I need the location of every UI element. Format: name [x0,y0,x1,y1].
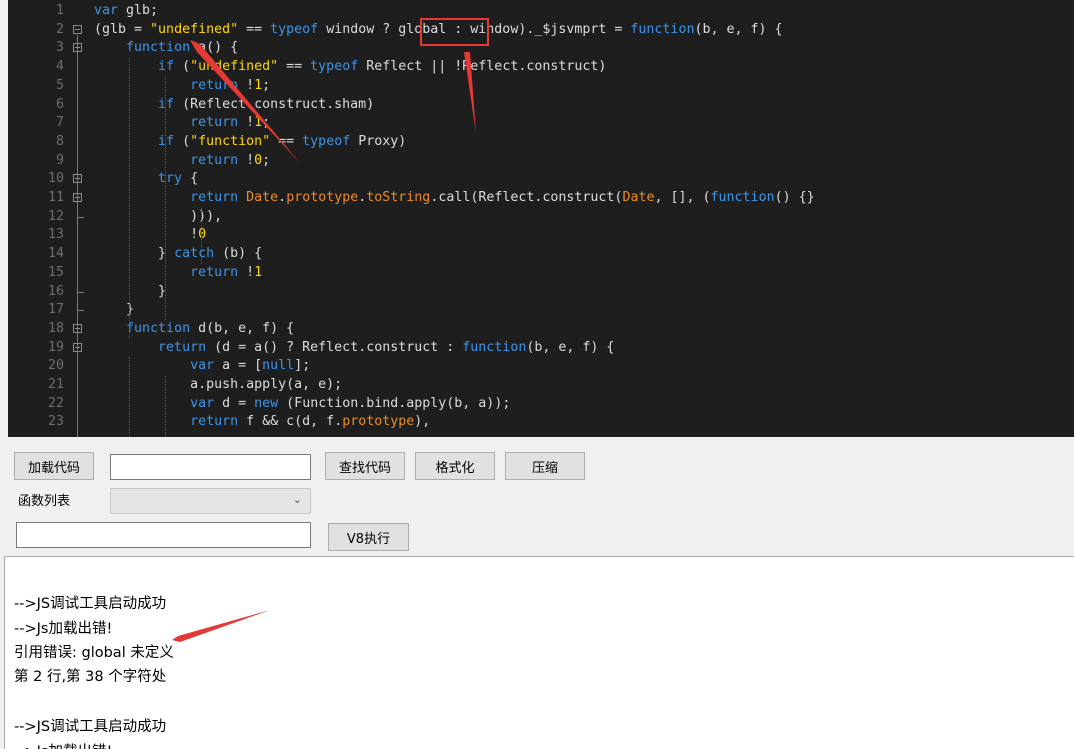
fold-toggle-icon[interactable] [73,24,82,34]
code-text: try { [158,171,199,187]
line-number: 15 [47,264,64,280]
code-line[interactable]: 20 var a = [null]; [8,357,1074,376]
code-text: var d = new (Function.bind.apply(b, a)); [190,395,511,411]
code-line[interactable]: 10 try { [8,170,1074,189]
code-editor[interactable]: 1 var glb; 2 (glb = "undefined" == typeof w… [8,0,1074,437]
code-line[interactable]: 12 ))), [8,208,1074,227]
line-number: 18 [47,320,64,336]
code-text: !0 [94,227,207,243]
line-number: 17 [47,302,64,318]
compress-button[interactable]: 压缩 [505,452,585,480]
code-line[interactable]: 22 var d = new (Function.bind.apply(b, a… [8,395,1074,414]
line-number: 22 [47,395,64,411]
code-line[interactable]: 16 } [8,283,1074,302]
code-line[interactable]: 18 function d(b, e, f) { [8,320,1074,339]
code-text: if ("function" == typeof Proxy) [158,133,407,149]
code-text: if (Reflect.construct.sham) [158,96,375,112]
line-number: 1 [55,3,64,18]
fold-end-marker [77,216,84,218]
fold-line [77,34,78,437]
line-number: 2 [55,21,64,37]
indent-guide [201,207,202,264]
indent-guide [129,58,130,339]
code-line[interactable]: 21 a.push.apply(a, e); [8,376,1074,395]
line-number: 5 [55,77,64,93]
code-text: return !1; [190,77,271,93]
code-line[interactable]: 1 var glb; [8,2,1074,21]
code-line[interactable]: 5 return !1; [8,77,1074,96]
code-text: a.push.apply(a, e); [94,377,343,392]
chevron-down-icon: ⌄ [292,493,302,506]
console-line: -->Js加载出错! [14,621,113,637]
console-line: -->JS调试工具启动成功 [14,596,167,612]
code-line[interactable]: 4 if ("undefined" == typeof Reflect || !… [8,58,1074,77]
output-console[interactable]: -->JS调试工具启动成功 -->Js加载出错! 引用错误: global 未定义第… [4,556,1074,749]
indent-guide [165,76,166,320]
code-text: return (d = a() ? Reflect.construct : fu… [158,339,615,355]
code-text: function a() { [126,40,239,56]
line-number: 12 [47,208,64,224]
line-number: 4 [55,59,64,75]
find-code-button[interactable]: 查找代码 [325,452,405,480]
line-number: 13 [47,227,64,243]
line-number: 10 [47,171,64,187]
code-text: return !0; [190,152,271,168]
fold-end-marker [77,310,84,312]
code-text: } catch (b) { [94,246,263,262]
code-line[interactable]: 19 return (d = a() ? Reflect.construct :… [8,339,1074,358]
code-line[interactable]: 8 if ("function" == typeof Proxy) [8,133,1074,152]
line-number: 11 [47,190,64,205]
v8-input[interactable] [16,522,311,548]
function-list-select[interactable]: ⌄ [110,488,311,514]
line-number: 9 [55,152,64,168]
code-line[interactable]: 6 if (Reflect.construct.sham) [8,96,1074,115]
load-code-button[interactable]: 加载代码 [14,452,94,480]
line-number: 3 [55,40,64,56]
format-button[interactable]: 格式化 [415,452,495,480]
annotation-highlight-box [420,18,489,46]
code-text: ))), [94,208,223,224]
line-number: 14 [47,246,64,262]
v8-exec-button[interactable]: V8执行 [328,523,409,551]
code-line[interactable]: 15 return !1 [8,264,1074,283]
indent-guide [165,376,166,437]
code-line[interactable]: 7 return !1; [8,114,1074,133]
code-text: return f && c(d, f.prototype), [190,414,431,430]
code-line[interactable]: 23 return f && c(d, f.prototype), [8,413,1074,432]
fold-end-marker [77,291,84,293]
code-text: return Date.prototype.toString.call(Refl… [190,190,815,205]
code-line[interactable]: 13 !0 [8,226,1074,245]
line-number: 16 [47,283,64,299]
code-text: var a = [null]; [190,358,311,374]
line-number: 19 [47,339,64,355]
code-line[interactable]: 14 } catch (b) { [8,245,1074,264]
indent-guide [129,357,130,437]
code-text: var glb; [94,3,159,18]
code-line[interactable]: 11 return Date.prototype.toString.call(R… [8,189,1074,208]
line-number: 23 [47,414,64,430]
code-text: return !1 [190,264,263,280]
search-input[interactable] [110,454,311,480]
line-number: 6 [55,96,64,112]
code-text: if ("undefined" == typeof Reflect || !Re… [158,59,607,75]
line-number: 20 [47,358,64,374]
line-number: 8 [55,133,64,149]
console-line: 引用错误: global 未定义 [14,645,174,661]
line-number: 21 [47,377,64,392]
code-line[interactable]: 17 } [8,301,1074,320]
function-list-label: 函数列表 [18,494,71,509]
code-line[interactable]: 2 (glb = "undefined" == typeof window ? g… [8,21,1074,40]
code-line[interactable]: 3 function a() { [8,39,1074,58]
code-text: function d(b, e, f) { [126,320,295,336]
code-line[interactable]: 9 return !0; [8,152,1074,171]
console-line: -->JS调试工具启动成功 [14,719,167,735]
code-text: } [94,283,167,299]
code-text: return !1; [190,115,271,131]
console-line: 第 2 行,第 38 个字符处 [14,669,167,685]
line-number: 7 [55,115,64,131]
